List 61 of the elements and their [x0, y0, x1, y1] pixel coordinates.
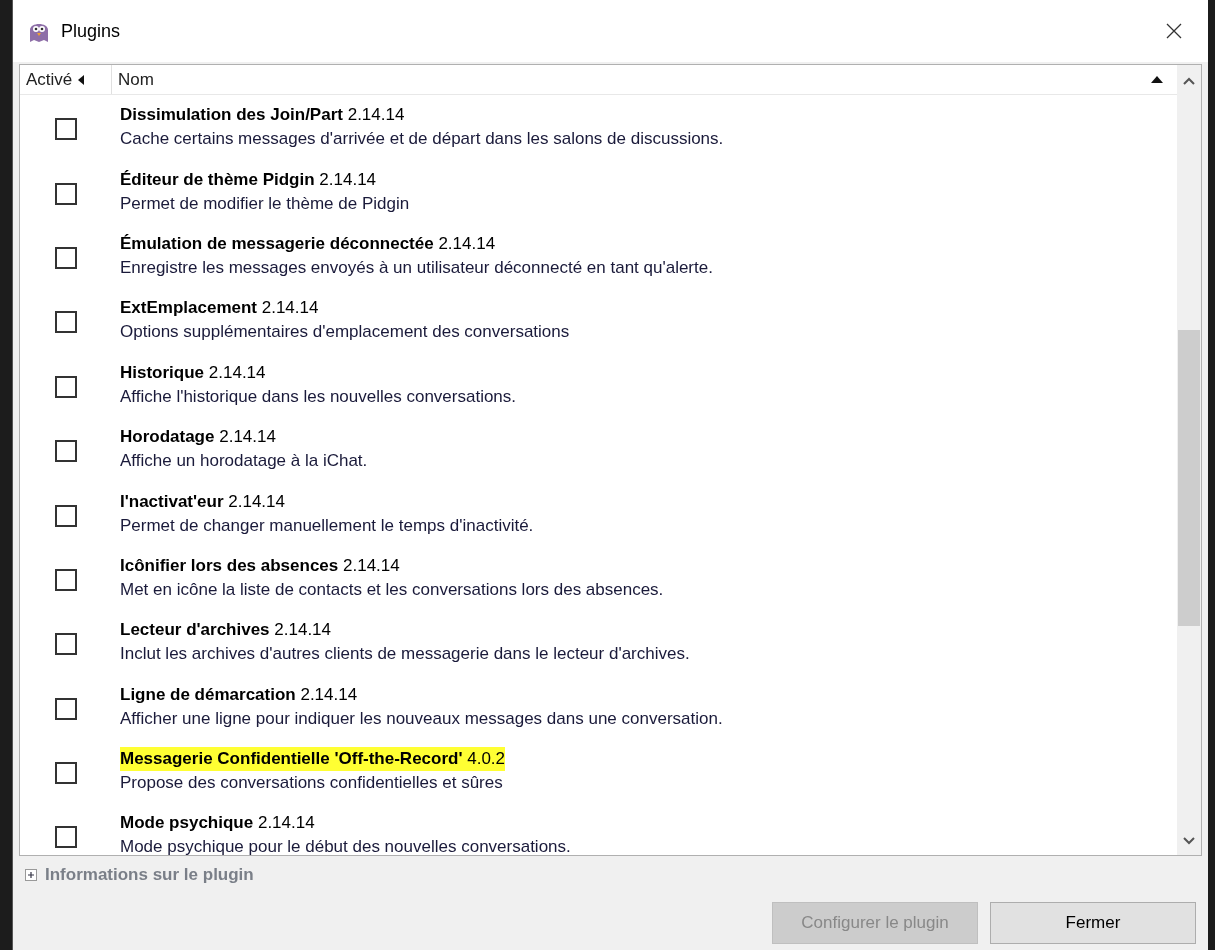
checkbox[interactable]	[55, 762, 77, 785]
checkbox[interactable]	[55, 311, 77, 334]
plugin-name: Messagerie Confidentielle 'Off-the-Record' 4.0.2	[120, 747, 506, 772]
plugin-description: Afficher une ligne pour indiquer les nouveaux messages dans une conversation.	[120, 707, 723, 730]
scrollbar[interactable]	[1177, 65, 1201, 855]
plugin-row[interactable]: Émulation de messagerie déconnectée 2.14.14 Enregistre les messages envoyés à un utilisateur déconnecté en tant qu'alerte.	[20, 223, 1177, 289]
plugin-name: Icônifier lors des absences 2.14.14	[120, 554, 400, 577]
checkbox[interactable]	[55, 826, 77, 849]
plugin-row[interactable]: Éditeur de thème Pidgin 2.14.14 Permet de modifier le thème de Pidgin	[20, 159, 1177, 224]
plugin-row[interactable]: Horodatage 2.14.14 Affiche un horodatage à la iChat.	[20, 416, 1177, 482]
plugin-row[interactable]: I'nactivat'eur 2.14.14 Permet de changer manuellement le temps d'inactivité.	[20, 481, 1177, 546]
plugin-name: Ligne de démarcation 2.14.14	[120, 683, 358, 706]
plugin-row[interactable]: Icônifier lors des absences 2.14.14 Met en icône la liste de contacts et les conversations lors des absences.	[20, 545, 1177, 611]
plugin-name: Lecteur d'archives 2.14.14	[120, 619, 332, 642]
sort-ascending-icon	[1151, 76, 1163, 83]
plugin-row[interactable]: Ligne de démarcation 2.14.14 Afficher une ligne pour indiquer les nouveaux messages dans une conversation.	[20, 674, 1177, 739]
expander-label[interactable]: Informations sur le plugin	[45, 862, 254, 888]
column-header[interactable]: Activé	[20, 65, 112, 94]
checkbox[interactable]	[55, 375, 77, 398]
plugin-description: Inclut les archives d'autres clients de messagerie dans le lecteur d'archives.	[120, 643, 690, 666]
plugin-description: Enregistre les messages envoyés à un utilisateur déconnecté en tant qu'alerte.	[120, 256, 713, 279]
plugin-row[interactable]: Lecteur d'archives 2.14.14 Inclut les archives d'autres clients de messagerie dans le lecteur d'archives.	[20, 610, 1177, 675]
plugin-name: Émulation de messagerie déconnectée 2.14.14	[120, 232, 496, 255]
checkbox[interactable]	[55, 440, 77, 463]
expand-icon[interactable]	[25, 869, 37, 881]
window-title: Plugins	[61, 19, 122, 43]
plugin-description: Affiche l'historique dans les nouvelles conversations.	[120, 385, 517, 408]
dialog-button[interactable]: Fermer	[990, 902, 1196, 944]
scroll-up-icon[interactable]	[1183, 77, 1195, 85]
close-icon	[1166, 23, 1182, 39]
plugin-row[interactable]: Messagerie Confidentielle 'Off-the-Record' 4.0.2 Propose des conversations confidentielles et sûres	[20, 738, 1177, 804]
plugin-description: Mode psychique pour le début des nouvelles conversations.	[120, 836, 571, 855]
plugin-row[interactable]: Dissimulation des Join/Part 2.14.14 Cache certains messages d'arrivée et de départ dans les salons de discussions.	[20, 95, 1177, 160]
plugin-description: Propose des conversations confidentielles et sûres	[120, 772, 504, 795]
plugin-name: ExtEmplacement 2.14.14	[120, 297, 319, 320]
plugin-description: Cache certains messages d'arrivée et de départ dans les salons de discussions.	[120, 128, 724, 151]
checkbox[interactable]	[55, 504, 77, 527]
checkbox[interactable]	[55, 568, 77, 591]
left-triangle-icon	[78, 74, 85, 85]
plugin-row[interactable]: Mode psychique 2.14.14 Mode psychique pour le début des nouvelles conversations.	[20, 803, 1177, 855]
checkbox[interactable]	[55, 633, 77, 656]
plugin-description: Affiche un horodatage à la iChat.	[120, 450, 368, 473]
plugin-name: I'nactivat'eur 2.14.14	[120, 490, 285, 513]
plugin-description: Met en icône la liste de contacts et les conversations lors des absences.	[120, 578, 664, 601]
plugin-name: Horodatage 2.14.14	[120, 426, 276, 449]
plugin-description: Permet de modifier le thème de Pidgin	[120, 192, 410, 215]
column-header[interactable]: Nom	[112, 65, 1177, 94]
checkbox[interactable]	[55, 697, 77, 720]
plugin-name: Mode psychique 2.14.14	[120, 812, 315, 835]
plugin-name: Dissimulation des Join/Part 2.14.14	[120, 104, 405, 127]
plugin-row[interactable]: ExtEmplacement 2.14.14 Options supplémentaires d'emplacement des conversations	[20, 288, 1177, 353]
checkbox[interactable]	[55, 118, 77, 141]
plugin-name: Historique 2.14.14	[120, 361, 266, 384]
scrollbar-thumb[interactable]	[1178, 330, 1200, 626]
checkbox[interactable]	[55, 182, 77, 205]
checkbox[interactable]	[55, 246, 77, 269]
plugin-row[interactable]: Historique 2.14.14 Affiche l'historique dans les nouvelles conversations.	[20, 352, 1177, 417]
scroll-down-icon[interactable]	[1183, 837, 1195, 845]
plugin-description: Permet de changer manuellement le temps d'inactivité.	[120, 514, 534, 537]
plugin-description: Options supplémentaires d'emplacement des conversations	[120, 321, 570, 344]
plugin-name: Éditeur de thème Pidgin 2.14.14	[120, 168, 377, 191]
